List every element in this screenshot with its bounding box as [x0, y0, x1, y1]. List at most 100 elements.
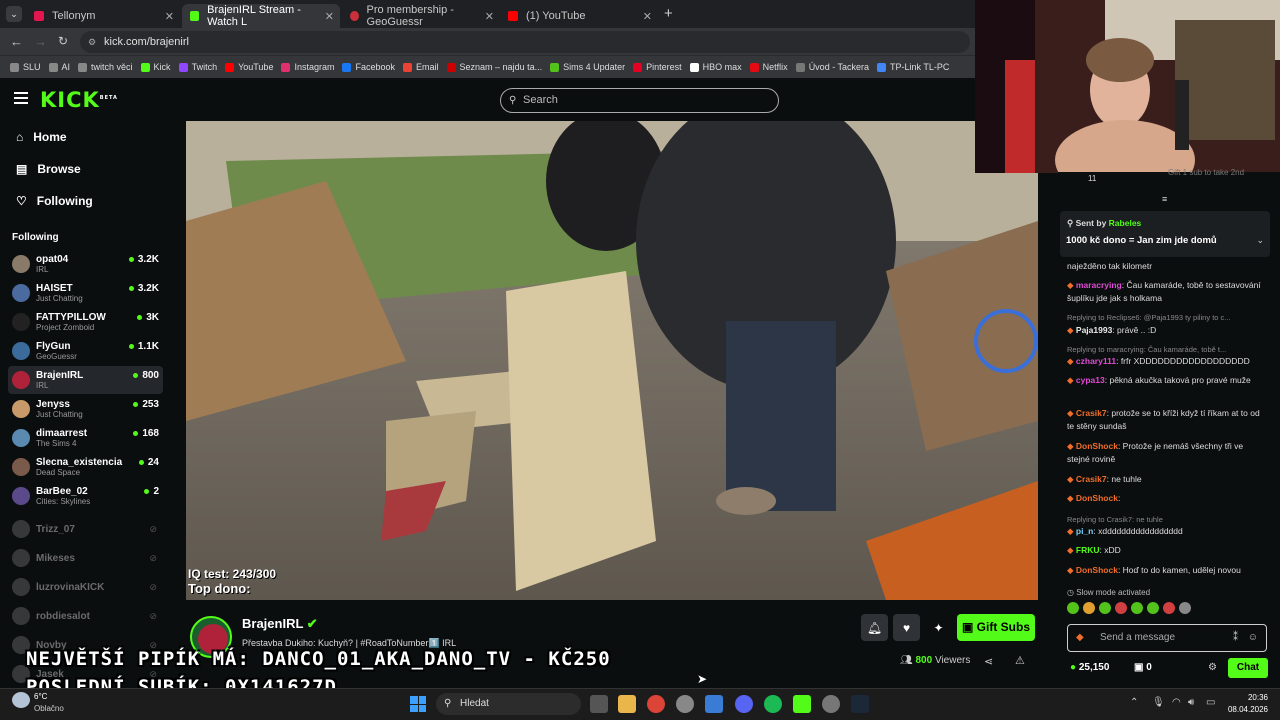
- emote-icon[interactable]: [1163, 602, 1175, 614]
- offline-item[interactable]: Mikeses ⊘: [8, 544, 163, 572]
- following-item[interactable]: dimaarrest The Sims 4 168: [8, 424, 163, 452]
- tab-tellonym[interactable]: Tellonym ✕: [26, 4, 180, 28]
- chrome-icon[interactable]: [647, 695, 665, 713]
- new-tab-button[interactable]: +: [664, 5, 673, 22]
- following-item[interactable]: Jenyss Just Chatting 253: [8, 395, 163, 423]
- settings-icon[interactable]: [676, 695, 694, 713]
- wifi-icon[interactable]: ◠: [1172, 697, 1181, 708]
- task-view-icon[interactable]: [590, 695, 608, 713]
- chat-username[interactable]: DonShock: [1076, 441, 1118, 451]
- discord-icon[interactable]: [735, 695, 753, 713]
- bookmark-item[interactable]: Netflix: [749, 62, 788, 72]
- kick-app-icon[interactable]: [793, 695, 811, 713]
- steam-icon[interactable]: [851, 695, 869, 713]
- offline-item[interactable]: Trizz_07 ⊘: [8, 515, 163, 543]
- url-field[interactable]: ⚙ kick.com/brajenirl: [80, 31, 970, 53]
- menu-icon[interactable]: [14, 92, 28, 104]
- bookmark-item[interactable]: Kick: [140, 62, 171, 72]
- chat-username[interactable]: Crasik7: [1076, 474, 1107, 484]
- emote-icon[interactable]: [1067, 602, 1079, 614]
- bookmark-item[interactable]: HBO max: [689, 62, 742, 72]
- expand-icon[interactable]: ≡: [1162, 194, 1167, 204]
- microphone-icon[interactable]: 🎙︎: [1152, 697, 1165, 708]
- chevron-down-icon[interactable]: ⌄: [1256, 235, 1264, 246]
- search-input[interactable]: ⚲ Search: [500, 88, 779, 113]
- bookmark-item[interactable]: Facebook: [342, 62, 395, 72]
- share-icon[interactable]: ⋖: [984, 655, 993, 668]
- emote-icon[interactable]: [1115, 602, 1127, 614]
- chat-username[interactable]: DonShock: [1076, 565, 1118, 575]
- file-explorer-icon[interactable]: [618, 695, 636, 713]
- spotify-icon[interactable]: [764, 695, 782, 713]
- emote-icon[interactable]: [1147, 602, 1159, 614]
- bookmark-item[interactable]: TP-Link TL-PC: [877, 62, 949, 72]
- bookmark-item[interactable]: Twitch: [178, 62, 217, 72]
- pinned-message[interactable]: ⚲ Sent by Rabeles 1000 kč dono = Jan zim…: [1060, 211, 1270, 257]
- emoji-icon[interactable]: ☺: [1248, 625, 1258, 651]
- emote-icon[interactable]: [1083, 602, 1095, 614]
- forward-icon[interactable]: →: [34, 34, 47, 49]
- bookmark-item[interactable]: Email: [403, 62, 439, 72]
- follow-heart-icon[interactable]: ♥: [893, 614, 920, 641]
- translate-icon[interactable]: ⁑: [1233, 625, 1238, 651]
- gear-icon[interactable]: ⚙: [1208, 662, 1217, 673]
- following-item[interactable]: BrajenIRL IRL 800: [8, 366, 163, 394]
- clock-date[interactable]: 08.04.2026: [1222, 705, 1268, 714]
- chat-input[interactable]: ◆ Send a message ⁑ ☺: [1067, 624, 1267, 652]
- gift-counter[interactable]: ▣ 0: [1134, 662, 1152, 673]
- emote-icon[interactable]: [1131, 602, 1143, 614]
- gift-subs-button[interactable]: ▣ Gift Subs: [957, 614, 1035, 641]
- bookmark-item[interactable]: Sims 4 Updater: [550, 62, 625, 72]
- bookmark-item[interactable]: twitch věci: [78, 62, 133, 72]
- offline-item[interactable]: robdiesalot ⊘: [8, 602, 163, 630]
- tab-youtube[interactable]: (1) YouTube ✕: [500, 4, 658, 28]
- close-icon[interactable]: ✕: [165, 10, 174, 23]
- bookmark-item[interactable]: Pinterest: [633, 62, 682, 72]
- bookmark-item[interactable]: Seznam – najdu ta...: [446, 62, 542, 72]
- battery-icon[interactable]: ▭: [1206, 697, 1215, 708]
- close-icon[interactable]: ✕: [325, 10, 334, 23]
- tray-chevron-icon[interactable]: ⌃: [1130, 697, 1138, 708]
- bookmark-item[interactable]: SLU: [10, 62, 41, 72]
- site-info-icon[interactable]: ⚙: [88, 31, 96, 53]
- taskbar-search[interactable]: ⚲ Hledat: [436, 693, 581, 715]
- streamer-name[interactable]: BrajenIRL ✔: [242, 616, 318, 632]
- chat-username[interactable]: maracrying: [1076, 280, 1122, 290]
- emote-icon[interactable]: [1179, 602, 1191, 614]
- chat-username[interactable]: czhary111: [1076, 356, 1116, 366]
- bookmark-item[interactable]: Instagram: [281, 62, 334, 72]
- clock-time[interactable]: 20:36: [1228, 693, 1268, 702]
- report-icon[interactable]: ⚠: [1015, 654, 1025, 667]
- chat-username[interactable]: cypa13: [1076, 375, 1105, 385]
- following-item[interactable]: BarBee_02 Cities: Skylines 2: [8, 482, 163, 510]
- bell-icon[interactable]: 🔔︎: [861, 614, 888, 641]
- emote-icon[interactable]: [1099, 602, 1111, 614]
- offline-item[interactable]: luzrovinaKICK ⊘: [8, 573, 163, 601]
- following-item[interactable]: HAISET Just Chatting 3.2K: [8, 279, 163, 307]
- chat-username[interactable]: Crasik7: [1076, 408, 1107, 418]
- chat-username[interactable]: pi_n: [1076, 526, 1093, 536]
- tab-geoguessr[interactable]: Pro membership - GeoGuessr ✕: [342, 4, 500, 28]
- nav-browse[interactable]: ▤ Browse: [16, 162, 81, 176]
- photos-icon[interactable]: [705, 695, 723, 713]
- nav-home[interactable]: ⌂ Home: [16, 130, 67, 144]
- volume-icon[interactable]: 🔊︎: [1188, 697, 1194, 708]
- bookmark-item[interactable]: Úvod - Tackera: [795, 62, 869, 72]
- following-item[interactable]: FATTYPILLOW Project Zomboid 3K: [8, 308, 163, 336]
- chat-send-button[interactable]: Chat: [1228, 658, 1268, 678]
- sparkle-icon[interactable]: ✦: [925, 614, 952, 641]
- reload-icon[interactable]: ↻: [58, 34, 68, 48]
- chat-username[interactable]: DonShock: [1076, 493, 1118, 503]
- tab-kick[interactable]: BrajenIRL Stream - Watch L ✕: [182, 4, 340, 28]
- video-player[interactable]: IQ test: 243/300 Top dono:: [186, 121, 1038, 600]
- bookmark-item[interactable]: YouTube: [225, 62, 273, 72]
- bookmark-item[interactable]: AI: [48, 62, 70, 72]
- chat-username[interactable]: FRKU: [1076, 545, 1100, 555]
- chat-username[interactable]: Paja1993: [1076, 325, 1112, 335]
- following-item[interactable]: FlyGun GeoGuessr 1.1K: [8, 337, 163, 365]
- kick-logo[interactable]: KICKBETA: [40, 88, 118, 112]
- tab-list-button[interactable]: ⌄: [6, 6, 22, 22]
- close-icon[interactable]: ✕: [643, 10, 652, 23]
- nav-following[interactable]: ♡ Following: [16, 194, 93, 208]
- back-icon[interactable]: ←: [10, 34, 23, 49]
